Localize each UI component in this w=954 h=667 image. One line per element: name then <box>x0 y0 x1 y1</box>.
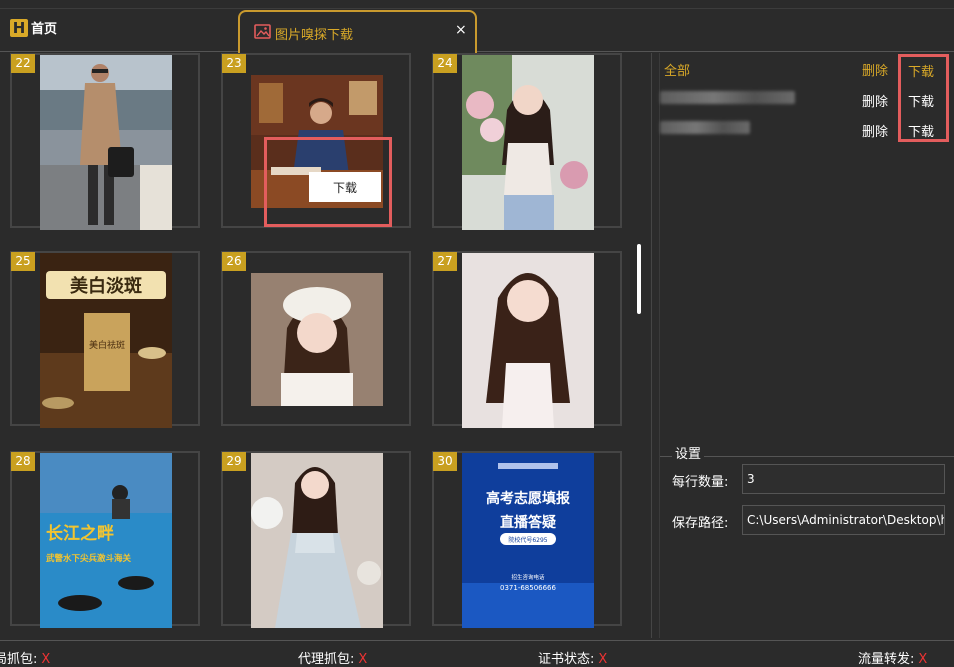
thumbnail-image[interactable] <box>251 273 383 406</box>
image-card[interactable]: 29 <box>221 451 411 628</box>
poster-ad-title: 高考志愿填报 <box>486 490 570 507</box>
status-off-icon: X <box>41 652 51 667</box>
image-card[interactable]: 高考志愿填报 直播答疑 院校代号6295 招生咨询电话 0371-6850666… <box>432 451 622 628</box>
card-number-badge: 29 <box>222 452 246 471</box>
image-icon <box>254 24 271 43</box>
image-card[interactable]: 24 <box>432 53 622 230</box>
card-number-badge: 24 <box>433 54 457 73</box>
panel-divider <box>651 53 652 638</box>
popup-download-button[interactable]: 下载 <box>309 172 381 202</box>
status-off-icon: X <box>598 652 608 667</box>
status-label: 流量转发: <box>858 652 915 667</box>
tab-image-sniffer[interactable]: 图片嗅探下载 × <box>238 10 477 53</box>
per-row-label: 每行数量: <box>672 475 729 490</box>
poster-ad-phone-label: 招生咨询电话 <box>511 573 545 581</box>
card-number-badge: 30 <box>433 452 457 471</box>
card-number-badge: 28 <box>11 452 35 471</box>
status-bar: 局抓包: X 代理抓包: X 证书状态: X 流量转发: X <box>0 640 954 667</box>
thumbnail-image[interactable]: 美白淡斑 美白祛斑 <box>40 253 172 428</box>
book-title-text: 美白淡斑 <box>70 275 142 297</box>
tab-bar: H 首页 图片嗅探下载 × <box>0 0 954 53</box>
status-off-icon: X <box>358 652 368 667</box>
thumbnail-image[interactable] <box>462 253 594 428</box>
image-card[interactable]: 27 <box>432 251 622 428</box>
status-certificate: 证书状态: X <box>538 648 607 667</box>
row-delete-link[interactable]: 删除 <box>862 121 888 140</box>
tab-home[interactable]: H 首页 <box>10 18 57 37</box>
grid-scrollbar[interactable] <box>637 244 641 314</box>
status-global-capture: 局抓包: X <box>0 648 50 667</box>
status-off-icon: X <box>918 652 928 667</box>
image-card[interactable]: 26 <box>221 251 411 426</box>
thumbnail-image[interactable] <box>462 55 594 230</box>
image-card[interactable]: 美白淡斑 美白祛斑 25 <box>10 251 200 428</box>
row-delete-link[interactable]: 删除 <box>862 91 888 110</box>
per-row-input[interactable]: 3 <box>742 464 945 494</box>
status-proxy-capture: 代理抓包: X <box>298 648 367 667</box>
status-label: 局抓包: <box>0 652 38 667</box>
poster-title-text: 长江之畔 <box>46 523 114 544</box>
thumbnail-image[interactable] <box>251 453 383 628</box>
save-path-input[interactable]: C:\Users\Administrator\Desktop\h <box>742 505 945 535</box>
card-number-badge: 23 <box>222 54 246 73</box>
card-number-badge: 22 <box>11 54 35 73</box>
tab-home-label: 首页 <box>31 22 58 37</box>
status-label: 证书状态: <box>538 652 595 667</box>
settings-title: 设置 <box>672 443 705 462</box>
blurred-url <box>660 91 795 104</box>
delete-all-link[interactable]: 删除 <box>862 60 888 79</box>
home-logo-icon: H <box>10 18 28 37</box>
status-traffic-forward: 流量转发: X <box>858 648 927 667</box>
tab-label: 图片嗅探下载 <box>275 28 354 43</box>
download-column-highlight <box>898 54 949 142</box>
poster-ad-subtitle: 直播答疑 <box>500 514 556 531</box>
select-all-link[interactable]: 全部 <box>664 60 690 79</box>
poster-ad-tag: 院校代号6295 <box>508 536 547 544</box>
thumbnail-image[interactable] <box>40 55 172 230</box>
image-card[interactable]: 22 <box>10 53 200 230</box>
thumbnail-image[interactable]: 长江之畔 武警水下尖兵激斗海关 <box>40 453 172 628</box>
poster-ad-phone: 0371-68506666 <box>500 584 557 592</box>
card-number-badge: 25 <box>11 252 35 271</box>
thumbnail-image[interactable]: 高考志愿填报 直播答疑 院校代号6295 招生咨询电话 0371-6850666… <box>462 453 594 628</box>
blurred-url <box>660 121 750 134</box>
card-number-badge: 27 <box>433 252 457 271</box>
save-path-label: 保存路径: <box>672 516 729 531</box>
book-cover-text: 美白祛斑 <box>89 339 125 351</box>
status-label: 代理抓包: <box>298 652 355 667</box>
card-number-badge: 26 <box>222 252 246 271</box>
poster-subtitle-text: 武警水下尖兵激斗海关 <box>46 553 132 564</box>
image-card[interactable]: 长江之畔 武警水下尖兵激斗海关 28 <box>10 451 200 628</box>
close-icon[interactable]: × <box>455 22 467 38</box>
